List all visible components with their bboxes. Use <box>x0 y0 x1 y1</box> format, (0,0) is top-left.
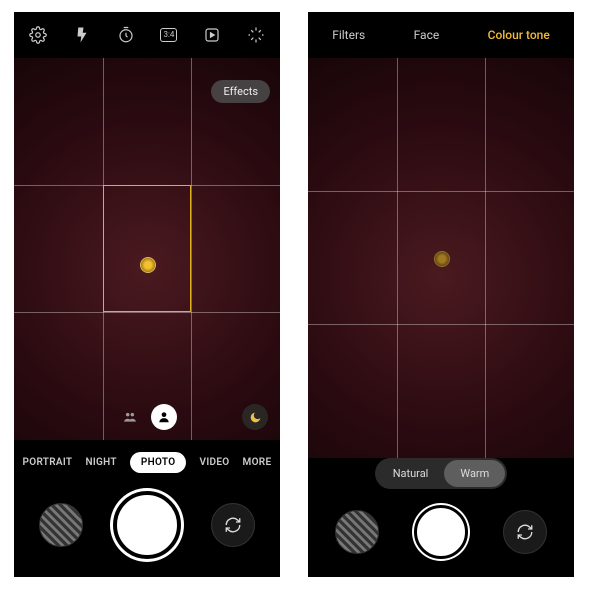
grid-line <box>308 324 574 325</box>
settings-icon[interactable] <box>29 26 47 44</box>
viewfinder[interactable] <box>14 58 280 440</box>
top-toolbar: 3:4 <box>14 12 280 58</box>
viewfinder[interactable] <box>308 58 574 458</box>
tone-natural[interactable]: Natural <box>377 460 445 487</box>
tab-face[interactable]: Face <box>414 28 440 42</box>
switch-camera-button[interactable] <box>503 510 547 554</box>
bottom-controls <box>308 505 574 559</box>
grid-line <box>308 191 574 192</box>
mode-video[interactable]: VIDEO <box>200 457 230 468</box>
mode-more[interactable]: MORE <box>243 457 272 468</box>
tone-options: Natural Warm <box>308 458 574 489</box>
gallery-thumbnail[interactable] <box>39 503 83 547</box>
shutter-button[interactable] <box>113 491 181 559</box>
mode-strip: PORTRAIT NIGHT PHOTO VIDEO MORE <box>14 440 280 484</box>
bottom-controls <box>14 491 280 559</box>
tab-filters[interactable]: Filters <box>332 28 365 42</box>
autofocus-box <box>103 185 192 312</box>
mode-photo[interactable]: PHOTO <box>130 452 187 473</box>
switch-camera-button[interactable] <box>211 503 255 547</box>
tone-warm[interactable]: Warm <box>444 460 505 487</box>
effects-button[interactable]: Effects <box>211 80 270 103</box>
grid-line <box>485 58 486 458</box>
grid-line <box>14 312 280 313</box>
tab-colour-tone[interactable]: Colour tone <box>488 28 550 42</box>
autofocus-point <box>434 251 450 267</box>
filters-icon[interactable] <box>247 26 265 44</box>
ratio-icon[interactable]: 3:4 <box>160 28 177 42</box>
tone-segmented-control: Natural Warm <box>375 458 508 489</box>
ratio-label: 3:4 <box>163 30 174 39</box>
effect-tabs: Filters Face Colour tone <box>308 12 574 58</box>
grid-line <box>191 58 192 440</box>
effects-label: Effects <box>223 85 258 98</box>
subject-mode-row <box>14 404 280 430</box>
mode-portrait[interactable]: PORTRAIT <box>23 457 73 468</box>
camera-screen-colour-tone: Filters Face Colour tone Natural Warm <box>308 12 574 577</box>
motion-photo-icon[interactable] <box>203 26 221 44</box>
grid-line <box>397 58 398 458</box>
multi-subject-icon[interactable] <box>117 404 143 430</box>
mode-night[interactable]: NIGHT <box>85 457 116 468</box>
gallery-thumbnail[interactable] <box>335 510 379 554</box>
flash-icon[interactable] <box>73 26 91 44</box>
single-subject-icon[interactable] <box>151 404 177 430</box>
camera-screen-main: 3:4 Effects PORTRAIT NIG <box>14 12 280 577</box>
shutter-button[interactable] <box>414 505 468 559</box>
timer-icon[interactable] <box>117 26 135 44</box>
